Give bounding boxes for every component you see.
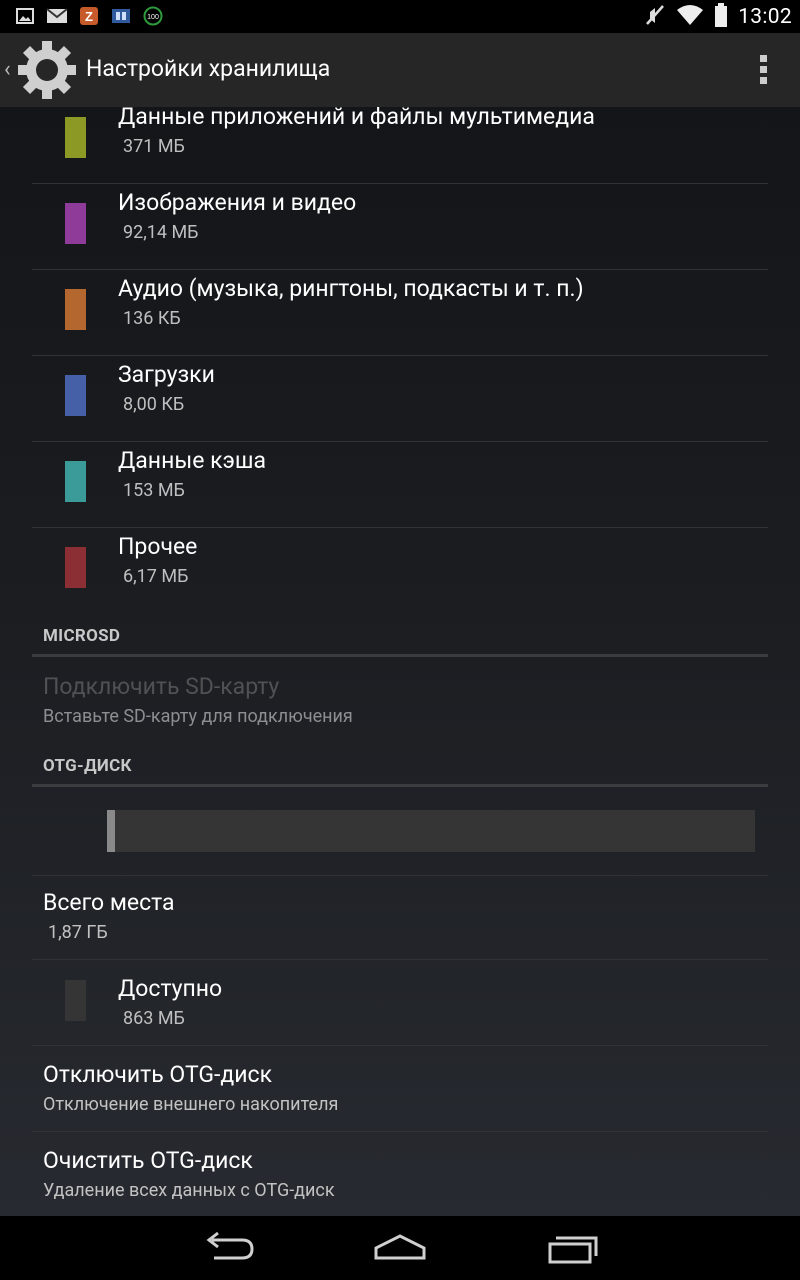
color-swatch: [65, 117, 86, 158]
total-space-title: Всего места: [43, 889, 175, 916]
system-status-icons: 13:02: [644, 3, 792, 31]
otg-used-fill: [107, 810, 116, 852]
storage-item-title: Аудио (музыка, рингтоны, подкасты и т. п…: [118, 275, 584, 302]
mount-sd-title: Подключить SD-карту: [43, 673, 280, 700]
storage-item-audio[interactable]: Аудио (музыка, рингтоны, подкасты и т. п…: [32, 269, 768, 356]
storage-item-cache[interactable]: Данные кэша 153 МБ: [32, 441, 768, 528]
total-space-value: 1,87 ГБ: [48, 922, 108, 943]
storage-item-value: 136 КБ: [123, 308, 181, 329]
gear-icon[interactable]: [16, 39, 78, 101]
storage-item-title: Данные приложений и файлы мультимедиа: [118, 107, 595, 130]
storage-item-value: 153 МБ: [123, 480, 185, 501]
storage-item-title: Данные кэша: [118, 447, 267, 474]
image-notification-icon: [14, 6, 36, 26]
color-swatch: [65, 461, 86, 502]
storage-item-images-video[interactable]: Изображения и видео 92,14 МБ: [32, 183, 768, 270]
color-swatch: [65, 289, 86, 330]
otg-usage-gauge: [107, 810, 755, 852]
battery-icon: [714, 3, 728, 31]
clock: 13:02: [738, 5, 792, 29]
action-bar: ‹ Настройки хранилища: [0, 33, 800, 108]
storage-item-title: Прочее: [118, 533, 198, 560]
section-header-otg: OTG-ДИСК: [32, 748, 768, 787]
otg-total-space-item[interactable]: Всего места 1,87 ГБ: [32, 873, 768, 960]
svg-text:100: 100: [147, 14, 159, 21]
navigation-bar: [0, 1216, 800, 1280]
otg-available-item[interactable]: Доступно 863 МБ: [32, 959, 768, 1046]
available-value: 863 МБ: [123, 1008, 185, 1029]
storage-item-value: 8,00 КБ: [123, 394, 185, 415]
color-swatch: [65, 980, 86, 1021]
back-icon[interactable]: [198, 1230, 258, 1266]
storage-item-other[interactable]: Прочее 6,17 МБ: [32, 527, 768, 613]
notification-icons: Z 100: [14, 6, 164, 26]
storage-item-apps[interactable]: Данные приложений и файлы мультимедиа 37…: [32, 107, 768, 184]
mute-icon: [644, 3, 666, 31]
battery-saver-100-icon: 100: [142, 6, 164, 26]
recents-icon[interactable]: [542, 1230, 602, 1266]
status-bar: Z 100 13:02: [0, 0, 800, 33]
mount-sd-card-item: Подключить SD-карту Вставьте SD-карту дл…: [32, 657, 768, 743]
storage-item-title: Изображения и видео: [118, 189, 357, 216]
unmount-otg-title: Отключить OTG-диск: [43, 1061, 273, 1088]
up-caret-icon[interactable]: ‹: [4, 57, 11, 82]
color-swatch: [65, 547, 86, 588]
storage-item-value: 371 МБ: [123, 136, 185, 157]
z-app-icon: Z: [78, 6, 100, 26]
wifi-icon: [676, 4, 704, 30]
unmount-otg-button[interactable]: Отключить OTG-диск Отключение внешнего н…: [32, 1045, 768, 1132]
overflow-menu-icon[interactable]: [760, 55, 770, 85]
erase-otg-subtitle: Удаление всех данных с OTG-диск: [43, 1180, 335, 1201]
section-header-label: OTG-ДИСК: [43, 756, 132, 776]
erase-otg-title: Очистить OTG-диск: [43, 1147, 253, 1174]
section-header-microsd: MICROSD: [32, 618, 768, 657]
storage-settings-list[interactable]: Данные приложений и файлы мультимедиа 37…: [0, 107, 800, 1216]
section-header-label: MICROSD: [43, 626, 121, 646]
erase-otg-button[interactable]: Очистить OTG-диск Удаление всех данных с…: [32, 1131, 768, 1216]
storage-item-value: 92,14 МБ: [123, 222, 199, 243]
page-title: Настройки хранилища: [86, 55, 331, 82]
otg-usage-gauge-row: [32, 787, 768, 876]
storage-item-downloads[interactable]: Загрузки 8,00 КБ: [32, 355, 768, 442]
unmount-otg-subtitle: Отключение внешнего накопителя: [43, 1094, 339, 1115]
storage-item-value: 6,17 МБ: [123, 566, 189, 587]
color-swatch: [65, 375, 86, 416]
home-icon[interactable]: [370, 1230, 430, 1266]
color-swatch: [65, 203, 86, 244]
app-notification-icon: [110, 6, 132, 26]
svg-text:Z: Z: [85, 9, 93, 24]
available-title: Доступно: [118, 975, 223, 1002]
gmail-icon: [46, 6, 68, 26]
storage-item-title: Загрузки: [118, 361, 215, 388]
mount-sd-subtitle: Вставьте SD-карту для подключения: [43, 706, 353, 727]
